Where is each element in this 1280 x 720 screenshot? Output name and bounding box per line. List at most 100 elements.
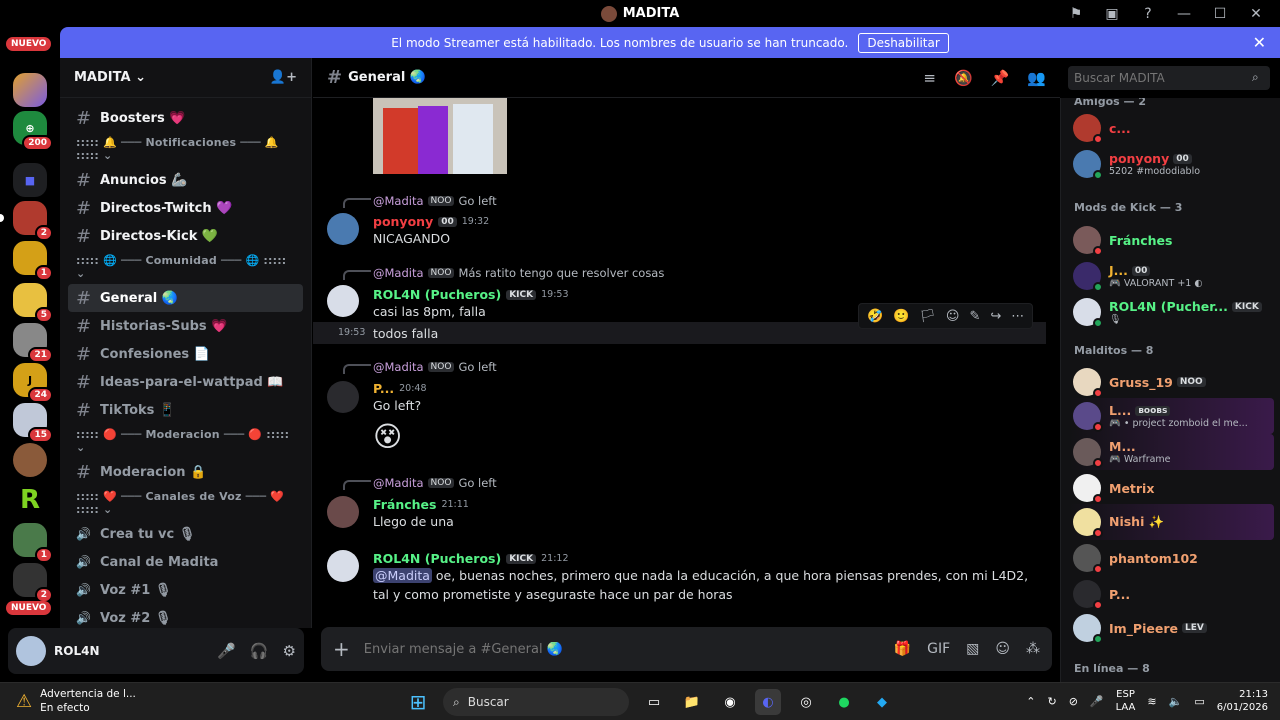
member-item[interactable]: Gruss_19 NOO <box>1069 364 1274 400</box>
server-icon[interactable]: 1 <box>13 523 53 563</box>
notification-bell-icon[interactable]: 🔕 <box>954 69 973 87</box>
text-channel[interactable]: # Moderacion 🔒 <box>68 458 303 486</box>
server-icon[interactable]: 21 <box>13 323 53 363</box>
server-icon[interactable]: 5 <box>13 283 53 323</box>
gift-icon[interactable]: 🎁 <box>894 641 911 657</box>
mic-muted-icon[interactable]: 🎤 <box>217 642 236 660</box>
channel-category[interactable]: ::::: 🌐 ─── Comunidad ─── 🌐 ::::: ⌄ <box>66 254 305 284</box>
volume-icon[interactable]: 🔈 <box>1169 695 1183 708</box>
member-item[interactable]: ponyony 00 5202 #mododiablo <box>1069 146 1274 182</box>
edit-icon[interactable]: ✎ <box>969 309 980 324</box>
member-item[interactable]: J... 00 🎮 VALORANT +1 ◐ <box>1069 258 1274 294</box>
apps-icon[interactable]: ⁂ <box>1026 641 1040 657</box>
server-icon-active[interactable] <box>13 443 47 477</box>
help-icon[interactable]: ? <box>1138 4 1158 24</box>
member-item[interactable]: ROL4N (Pucher... KICK 🎙 <box>1069 294 1274 330</box>
reply-reference[interactable]: @Madita NOO Go left <box>373 360 497 374</box>
members-icon[interactable]: 👥 <box>1027 69 1046 87</box>
channel-category[interactable]: ::::: 🔔 ─── Notificaciones ─── 🔔 ::::: ⌄ <box>66 136 305 166</box>
flag-icon[interactable]: ⚑ <box>1066 4 1086 24</box>
voice-channel[interactable]: 🔊 Voz #1 🎙 <box>68 576 303 604</box>
member-item[interactable]: Im_Pieere LEV <box>1069 610 1274 646</box>
emoji-icon[interactable]: ☺ <box>995 641 1010 657</box>
avatar[interactable] <box>327 285 359 317</box>
chrome-icon[interactable]: ◉ <box>717 689 743 715</box>
server-icon[interactable] <box>13 73 47 107</box>
discord-icon[interactable]: ◐ <box>755 689 781 715</box>
search-input[interactable] <box>1068 66 1270 90</box>
message-author[interactable]: ROL4N (Pucheros) <box>373 551 501 566</box>
text-channel[interactable]: # Boosters 💗 <box>68 104 303 132</box>
windows-start-icon[interactable]: ⊞ <box>405 689 431 715</box>
channel-category[interactable]: ::::: 🔴 ─── Moderacion ─── 🔴 ::::: ⌄ <box>66 428 305 458</box>
gif-icon[interactable]: GIF <box>927 641 950 657</box>
server-header[interactable]: MADITA ⌄ 👤+ <box>60 58 311 98</box>
vscode-icon[interactable]: ◆ <box>869 689 895 715</box>
user-mention[interactable]: @Madita <box>373 568 432 583</box>
server-icon[interactable]: J 24 <box>13 363 53 403</box>
channel-category[interactable]: ::::: ❤️ ─── Canales de Voz ─── ❤️ :::::… <box>66 490 305 520</box>
reply-reference[interactable]: @Madita NOO Go left <box>373 476 497 490</box>
member-item[interactable]: phantom102 <box>1069 540 1274 576</box>
server-icon[interactable]: R <box>13 483 47 517</box>
avatar[interactable] <box>327 381 359 413</box>
folder-icon[interactable]: ■ <box>13 163 47 197</box>
text-channel[interactable]: # Directos-Kick 💚 <box>68 222 303 250</box>
member-item[interactable]: L... ʙᴏᴏʙs 🎮 • project zomboid el me... <box>1069 398 1274 434</box>
disable-streamer-button[interactable]: Deshabilitar <box>858 32 949 53</box>
member-item[interactable]: Nishi ✨ <box>1069 504 1274 540</box>
text-channel[interactable]: # General 🌏 <box>68 284 303 312</box>
voice-channel[interactable]: 🔊 Crea tu vc 🎙 <box>68 520 303 548</box>
voice-channel[interactable]: 🔊 Canal de Madita <box>68 548 303 576</box>
threads-icon[interactable]: ≡ <box>923 69 936 87</box>
inbox-icon[interactable]: ▣ <box>1102 4 1122 24</box>
add-attachment-icon[interactable]: + <box>333 637 350 661</box>
app-icon[interactable]: ◎ <box>793 689 819 715</box>
member-item[interactable]: M... 🎮 Warframe <box>1069 434 1274 470</box>
message-input[interactable] <box>363 641 880 657</box>
reaction-laugh-icon[interactable]: 🤣 <box>867 309 883 324</box>
reaction-rainbow-icon[interactable]: 🏳 <box>919 309 936 324</box>
close-window-icon[interactable]: ✕ <box>1246 4 1266 24</box>
text-channel[interactable]: # TikToks 📱 <box>68 396 303 424</box>
weather-widget[interactable]: ⚠ Advertencia de l... En efecto <box>16 687 136 715</box>
headphones-icon[interactable]: 🎧 <box>250 642 269 660</box>
text-channel[interactable]: # Confesiones 📄 <box>68 340 303 368</box>
refresh-icon[interactable]: ↻ <box>1047 695 1056 708</box>
server-icon[interactable]: 1 <box>13 241 53 281</box>
spotify-icon[interactable]: ● <box>831 689 857 715</box>
server-icon[interactable]: 15 <box>13 403 53 443</box>
avatar[interactable] <box>327 550 359 582</box>
text-channel[interactable]: # Ideas-para-el-wattpad 📖 <box>68 368 303 396</box>
task-view-icon[interactable]: ▭ <box>641 689 667 715</box>
reply-reference[interactable]: @Madita NOO Go left <box>373 194 497 208</box>
server-icon[interactable]: 2 <box>13 201 53 241</box>
server-icon[interactable]: 2 <box>13 563 53 603</box>
gear-icon[interactable]: ⚙ <box>283 642 296 660</box>
tray-icon[interactable]: ⊘ <box>1069 695 1078 708</box>
text-channel[interactable]: # Anuncios 🦾 <box>68 166 303 194</box>
add-user-icon[interactable]: 👤+ <box>270 70 297 85</box>
sticker-emoji[interactable]: 😵 <box>373 420 402 453</box>
message-author[interactable]: P... <box>373 381 394 396</box>
close-icon[interactable]: ✕ <box>1253 33 1266 52</box>
wifi-icon[interactable]: ≋ <box>1147 695 1156 708</box>
chevron-up-icon[interactable]: ⌃ <box>1026 695 1035 708</box>
member-item[interactable]: Fránches <box>1069 222 1274 258</box>
add-reaction-icon[interactable]: ☺ <box>946 309 960 324</box>
member-item[interactable]: Metrix <box>1069 470 1274 506</box>
file-explorer-icon[interactable]: 📁 <box>679 689 705 715</box>
sticker-icon[interactable]: ▧ <box>966 641 979 657</box>
system-clock[interactable]: 21:13 6/01/2026 <box>1217 688 1268 714</box>
message-author[interactable]: ponyony <box>373 214 433 229</box>
reaction-custom-icon[interactable]: 🙂 <box>893 309 909 324</box>
message-author[interactable]: ROL4N (Pucheros) <box>373 287 501 302</box>
message-author[interactable]: Fránches <box>373 497 436 512</box>
avatar[interactable] <box>327 213 359 245</box>
server-icon[interactable]: ⊕ 200 <box>13 111 53 151</box>
minimize-icon[interactable]: — <box>1174 4 1194 24</box>
member-item[interactable]: c... <box>1069 110 1274 146</box>
taskbar-search[interactable]: ⌕ Buscar <box>443 688 629 716</box>
pin-icon[interactable]: 📌 <box>991 69 1010 87</box>
maximize-icon[interactable]: ☐ <box>1210 4 1230 24</box>
